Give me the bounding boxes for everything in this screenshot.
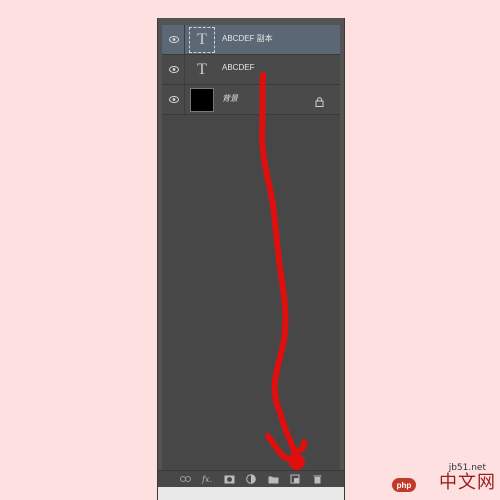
- text-layer-glyph: T: [197, 31, 207, 48]
- trash-icon[interactable]: [311, 474, 323, 484]
- text-layer-glyph: T: [197, 61, 207, 78]
- watermark-brand: 中文网: [439, 472, 496, 493]
- layer-row-abcdef-copy[interactable]: T ABCDEF 副本: [162, 25, 340, 55]
- panel-bottom-strip: [158, 487, 344, 500]
- watermark: jb51.net php 中文网: [382, 428, 500, 500]
- adjustment-icon[interactable]: [245, 474, 257, 484]
- layer-row-background[interactable]: 背景: [162, 85, 340, 115]
- layers-toolbar: fx.: [158, 470, 344, 487]
- visibility-separator: [184, 25, 185, 54]
- text-layer-thumbnail: T: [189, 27, 215, 53]
- folder-icon[interactable]: [267, 474, 279, 484]
- watermark-badge: php: [392, 478, 416, 492]
- eye-icon[interactable]: [168, 94, 180, 104]
- layers-panel: T ABCDEF 副本 T ABCDEF 背景 fx.: [157, 18, 345, 500]
- link-icon[interactable]: [179, 474, 191, 484]
- text-layer-thumbnail: T: [189, 57, 215, 83]
- visibility-separator: [184, 85, 185, 114]
- layers-list: T ABCDEF 副本 T ABCDEF 背景: [162, 25, 340, 470]
- new-layer-icon[interactable]: [289, 474, 301, 484]
- visibility-separator: [184, 55, 185, 84]
- lock-icon: [315, 94, 324, 107]
- layer-name[interactable]: ABCDEF: [222, 63, 254, 72]
- mask-icon[interactable]: [223, 474, 235, 484]
- layer-name[interactable]: 背景: [222, 93, 238, 104]
- fx-icon[interactable]: fx.: [201, 474, 213, 484]
- eye-icon[interactable]: [168, 34, 180, 44]
- layer-name[interactable]: ABCDEF 副本: [222, 33, 273, 44]
- eye-icon[interactable]: [168, 64, 180, 74]
- layer-row-abcdef[interactable]: T ABCDEF: [162, 55, 340, 85]
- background-layer-thumbnail: [190, 88, 214, 112]
